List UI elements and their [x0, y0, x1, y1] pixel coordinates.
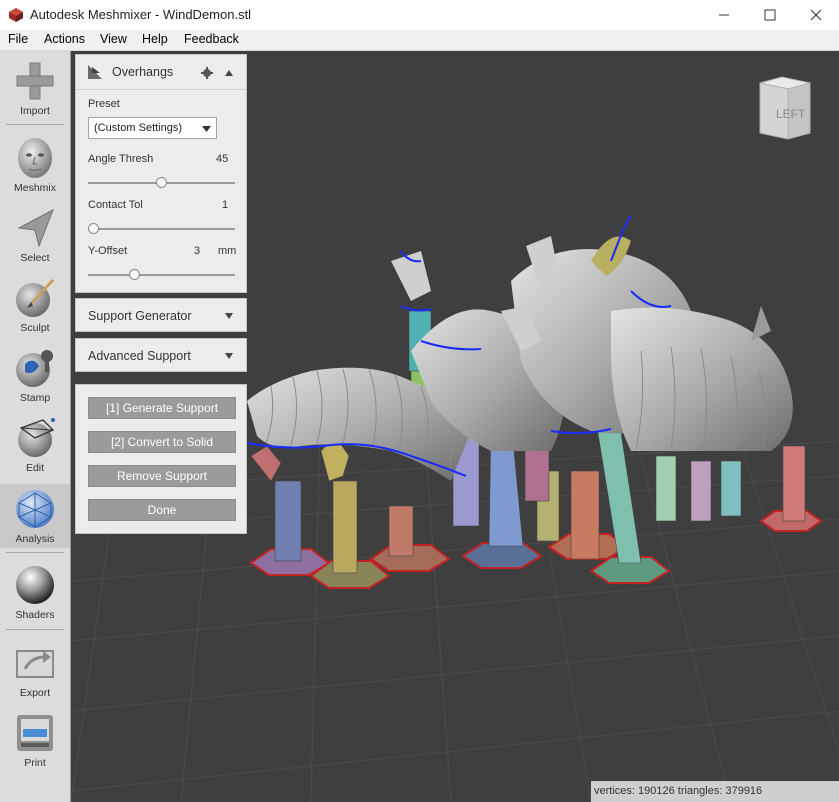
- preset-value: (Custom Settings): [94, 122, 183, 134]
- contact-tol-label: Contact Tol: [88, 199, 143, 211]
- convert-to-solid-button[interactable]: [2] Convert to Solid: [88, 431, 236, 453]
- title-bar: Autodesk Meshmixer - WindDemon.stl: [0, 0, 839, 30]
- contact-tol-value: 1: [222, 199, 229, 211]
- menu-actions[interactable]: Actions: [44, 32, 85, 46]
- tool-label: Import: [20, 105, 50, 117]
- gear-icon[interactable]: [201, 67, 213, 79]
- tool-meshmix[interactable]: Meshmix: [0, 136, 70, 194]
- menu-view[interactable]: View: [100, 32, 127, 46]
- plus-icon: [16, 62, 54, 100]
- tool-label: Stamp: [19, 392, 51, 404]
- printer-icon: [17, 715, 53, 751]
- status-bar: vertices: 190126 triangles: 379916: [591, 781, 839, 802]
- maximize-button[interactable]: [747, 0, 793, 30]
- tool-shaders[interactable]: Shaders: [0, 563, 70, 621]
- tool-label: Meshmix: [13, 182, 56, 194]
- close-icon: [810, 9, 822, 21]
- advanced-support-panel[interactable]: Advanced Support: [75, 338, 247, 372]
- view-cube[interactable]: LEFT: [754, 75, 816, 145]
- view-cube-label: LEFT: [776, 107, 806, 121]
- mesh-edit-icon: [18, 418, 55, 457]
- menu-bar: File Actions View Help Feedback: [0, 30, 839, 51]
- collapse-up-icon[interactable]: [224, 68, 234, 78]
- menu-help[interactable]: Help: [142, 32, 168, 46]
- tool-print[interactable]: Print: [0, 711, 70, 769]
- window-title: Autodesk Meshmixer - WindDemon.stl: [30, 7, 252, 22]
- generate-support-button[interactable]: [1] Generate Support: [88, 397, 236, 419]
- tool-analysis[interactable]: Analysis: [0, 484, 70, 548]
- tool-sculpt[interactable]: Sculpt: [0, 276, 70, 334]
- 3d-viewport[interactable]: LEFT Overhangs Preset (Custom Settings) …: [71, 51, 839, 802]
- overhang-tool-icon: [88, 65, 102, 79]
- angle-thresh-value: 45: [216, 153, 229, 165]
- y-offset-value: 3: [194, 245, 201, 257]
- chevron-down-icon: [202, 126, 211, 132]
- tool-edit[interactable]: Edit: [0, 416, 70, 474]
- tool-label: Edit: [25, 462, 45, 474]
- angle-thresh-label: Angle Thresh: [88, 153, 154, 165]
- minimize-button[interactable]: [701, 0, 747, 30]
- chevron-down-icon: [225, 353, 233, 359]
- menu-file[interactable]: File: [8, 32, 28, 46]
- tool-stamp[interactable]: Stamp: [0, 346, 70, 404]
- stamp-icon: [16, 350, 53, 387]
- overhangs-header[interactable]: Overhangs: [76, 55, 246, 89]
- divider: [76, 89, 246, 90]
- analysis-sphere-icon: [16, 490, 54, 528]
- tool-label: Print: [24, 757, 46, 769]
- tool-label: Analysis: [15, 533, 55, 545]
- brush-icon: [16, 278, 55, 317]
- actions-panel: [1] Generate Support [2] Convert to Soli…: [75, 384, 247, 534]
- tool-label: Export: [19, 687, 51, 699]
- y-offset-unit: mm: [218, 245, 237, 257]
- menu-feedback[interactable]: Feedback: [184, 32, 239, 46]
- tool-sidebar: Import Meshmix Select Sculpt Stamp Edit …: [0, 51, 71, 802]
- angle-thresh-slider-handle[interactable]: [156, 177, 167, 188]
- support-generator-panel[interactable]: Support Generator: [75, 298, 247, 332]
- y-offset-label: Y-Offset: [88, 245, 128, 257]
- tool-label: Sculpt: [20, 322, 50, 334]
- meshmixer-logo-icon: [9, 8, 23, 22]
- maximize-icon: [764, 9, 776, 21]
- panel-title: Overhangs: [112, 65, 174, 79]
- overhangs-panel: Overhangs Preset (Custom Settings) Angle…: [75, 54, 247, 293]
- y-offset-slider[interactable]: [88, 274, 235, 276]
- preset-dropdown[interactable]: (Custom Settings): [88, 117, 217, 139]
- support-generator-title: Support Generator: [88, 309, 192, 323]
- divider: [6, 552, 64, 553]
- divider: [6, 124, 64, 125]
- wind-demon-model: [247, 236, 793, 481]
- tool-export[interactable]: Export: [0, 641, 70, 699]
- close-button[interactable]: [793, 0, 839, 30]
- shader-sphere-icon: [16, 566, 54, 604]
- export-icon: [16, 650, 54, 678]
- tool-label: Shaders: [15, 609, 55, 621]
- cursor-arrow-icon: [17, 208, 54, 248]
- contact-tol-slider[interactable]: [88, 228, 235, 230]
- preset-label: Preset: [88, 98, 120, 110]
- y-offset-slider-handle[interactable]: [128, 269, 140, 280]
- remove-support-button[interactable]: Remove Support: [88, 465, 236, 487]
- head-icon: [18, 138, 52, 178]
- advanced-support-title: Advanced Support: [88, 349, 191, 363]
- chevron-down-icon: [225, 313, 233, 319]
- tool-label: Select: [20, 252, 50, 264]
- contact-tol-slider-handle[interactable]: [88, 223, 99, 234]
- done-button[interactable]: Done: [88, 499, 236, 521]
- minimize-icon: [719, 14, 729, 16]
- tool-select[interactable]: Select: [0, 206, 70, 264]
- tool-import[interactable]: Import: [0, 59, 70, 117]
- divider: [6, 629, 64, 630]
